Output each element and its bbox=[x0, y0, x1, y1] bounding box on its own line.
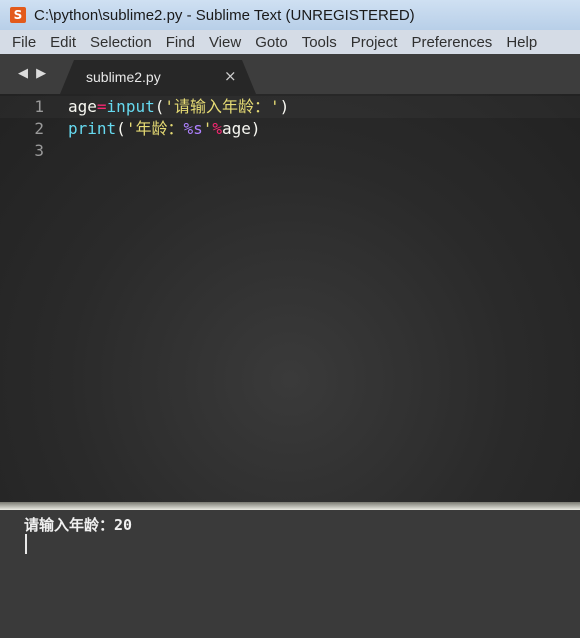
menu-find[interactable]: Find bbox=[159, 34, 202, 51]
window-title: C:\python\sublime2.py - Sublime Text (UN… bbox=[34, 6, 415, 24]
menu-view[interactable]: View bbox=[202, 34, 248, 51]
text-cursor bbox=[25, 534, 27, 554]
line-number: 1 bbox=[34, 97, 44, 116]
menu-tools[interactable]: Tools bbox=[295, 34, 344, 51]
sublime-icon: S bbox=[10, 7, 26, 23]
title-bar: S C:\python\sublime2.py - Sublime Text (… bbox=[0, 0, 580, 30]
code-editor[interactable]: 1 age=input('请输入年龄：') 2 print('年龄：%s'%age) 3 bbox=[0, 94, 580, 502]
code-token: % bbox=[212, 119, 222, 138]
close-icon[interactable]: × bbox=[224, 67, 237, 85]
code-token: ( bbox=[116, 119, 126, 138]
panel-divider[interactable] bbox=[0, 502, 580, 510]
code-token: ( bbox=[154, 97, 165, 116]
tab-nav-arrows-icon[interactable]: ◀ ▶ bbox=[18, 66, 48, 81]
code-token: '年龄： bbox=[125, 119, 184, 138]
tab-sublime2-py[interactable]: sublime2.py × bbox=[60, 60, 256, 94]
menu-bar: File Edit Selection Find View Goto Tools… bbox=[0, 30, 580, 54]
code-token: ) bbox=[250, 119, 261, 138]
output-text: 请输入年龄：20 bbox=[24, 516, 133, 534]
code-text: print('年龄：%s'%age) bbox=[68, 118, 261, 140]
line-number: 2 bbox=[34, 119, 44, 138]
code-token: ' bbox=[202, 119, 213, 138]
code-text: age=input('请输入年龄：') bbox=[68, 96, 289, 118]
tab-label: sublime2.py bbox=[86, 69, 161, 85]
menu-file[interactable]: File bbox=[0, 34, 43, 51]
menu-selection[interactable]: Selection bbox=[83, 34, 159, 51]
code-token: = bbox=[96, 97, 107, 116]
output-panel[interactable]: 请输入年龄：20 bbox=[0, 510, 580, 638]
menu-edit[interactable]: Edit bbox=[43, 34, 83, 51]
code-token: age bbox=[222, 119, 251, 138]
code-line[interactable]: 1 age=input('请输入年龄：') bbox=[0, 96, 580, 118]
code-token: print bbox=[68, 119, 117, 138]
code-token: ) bbox=[279, 97, 290, 116]
code-token: age bbox=[68, 97, 97, 116]
code-token: %s bbox=[183, 119, 203, 138]
menu-preferences[interactable]: Preferences bbox=[404, 34, 499, 51]
line-number: 3 bbox=[34, 141, 44, 160]
code-line[interactable]: 3 bbox=[0, 140, 580, 162]
menu-goto[interactable]: Goto bbox=[248, 34, 295, 51]
menu-help[interactable]: Help bbox=[499, 34, 544, 51]
tab-bar: ◀ ▶ sublime2.py × bbox=[0, 54, 580, 94]
menu-project[interactable]: Project bbox=[344, 34, 405, 51]
code-token: '请输入年龄：' bbox=[164, 97, 280, 116]
code-line[interactable]: 2 print('年龄：%s'%age) bbox=[0, 118, 580, 140]
code-token: input bbox=[106, 97, 155, 116]
